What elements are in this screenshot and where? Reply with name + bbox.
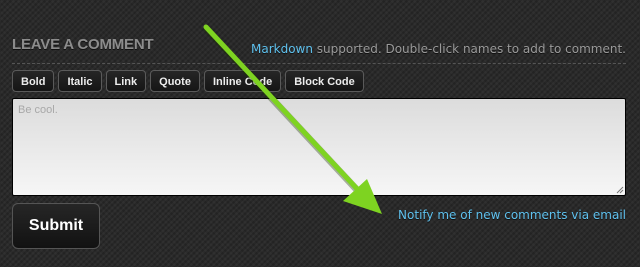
quote-button[interactable]: Quote	[150, 70, 200, 92]
formatting-toolbar: Bold Italic Link Quote Inline Code Block…	[12, 70, 364, 92]
comment-placeholder: Be cool.	[18, 104, 58, 116]
submit-button[interactable]: Submit	[12, 203, 100, 249]
divider	[12, 63, 626, 64]
markdown-link[interactable]: Markdown	[251, 42, 313, 56]
block-code-button[interactable]: Block Code	[285, 70, 364, 92]
inline-code-button[interactable]: Inline Code	[203, 70, 282, 92]
resize-grip-icon[interactable]	[615, 185, 624, 194]
leave-comment-heading: LEAVE A COMMENT	[12, 36, 154, 53]
bold-button[interactable]: Bold	[12, 70, 55, 92]
italic-button[interactable]: Italic	[58, 70, 102, 92]
markdown-note-text: supported. Double-click names to add to …	[312, 42, 626, 56]
comment-textarea[interactable]: Be cool.	[12, 98, 626, 196]
markdown-note: Markdown supported. Double-click names t…	[251, 42, 626, 56]
notify-email-link[interactable]: Notify me of new comments via email	[398, 208, 626, 222]
link-button[interactable]: Link	[105, 70, 147, 92]
